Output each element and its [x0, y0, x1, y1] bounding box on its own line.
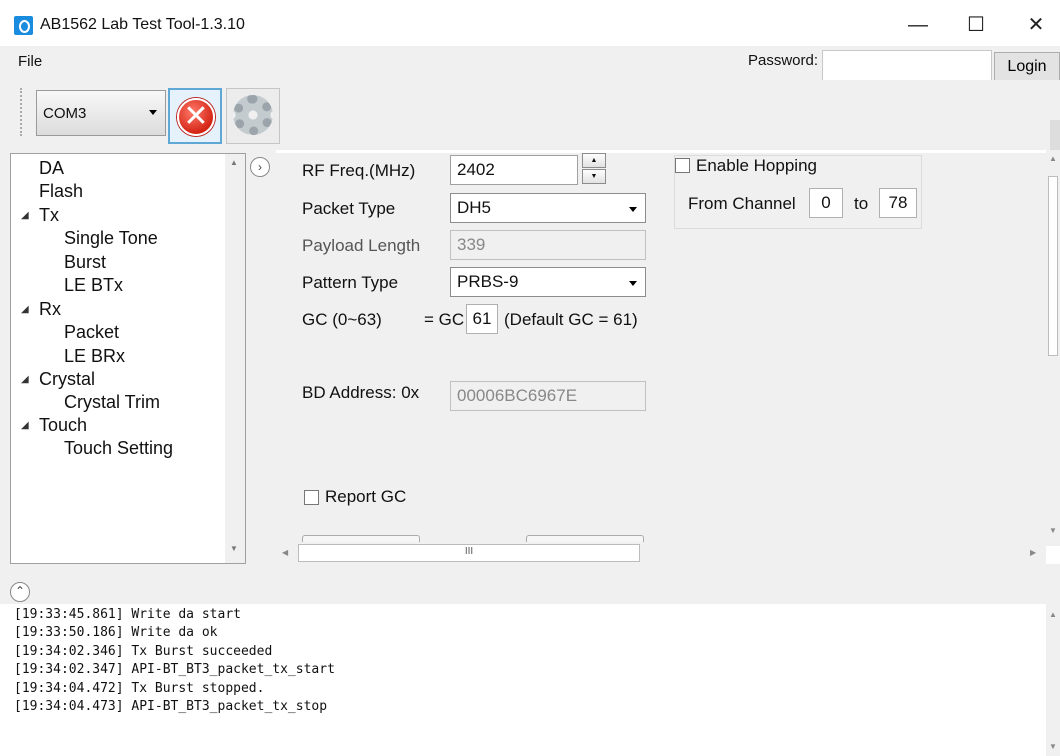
bd-address-input: 00006BC6967E — [450, 381, 646, 411]
close-circle-icon: ✕ — [177, 98, 215, 136]
tree-item-da[interactable]: DA — [39, 158, 64, 179]
tree-item-le-btx[interactable]: LE BTx — [64, 275, 123, 296]
title-bar: AB1562 Lab Test Tool-1.3.10 — ☐ ✕ — [0, 0, 1060, 46]
log-line: [19:34:04.473] API-BT_BT3_packet_tx_stop — [14, 699, 328, 715]
scroll-up-icon[interactable]: ▲ — [1049, 154, 1057, 163]
gc-default-text: (Default GC = 61) — [504, 310, 638, 329]
enable-hopping-label: Enable Hopping — [696, 156, 817, 175]
scroll-down-icon[interactable]: ▼ — [1049, 526, 1057, 535]
tree-list: DA Flash ◢ Tx Single Tone Burst LE BTx ◢… — [11, 154, 225, 563]
chevron-down-icon — [149, 110, 157, 115]
scroll-down-icon[interactable]: ▼ — [230, 544, 238, 553]
report-gc-label: Report GC — [325, 487, 407, 506]
com-port-select[interactable]: COM3 — [36, 90, 166, 136]
pattern-type-select[interactable]: PRBS-9 — [450, 267, 646, 297]
expand-triangle-icon[interactable]: ◢ — [21, 420, 29, 431]
packet-type-select[interactable]: DH5 — [450, 193, 646, 223]
spin-up-icon[interactable]: ▲ — [582, 153, 606, 168]
toolbar-grip[interactable] — [20, 88, 22, 136]
rf-freq-input[interactable]: 2402 — [450, 155, 578, 185]
tree-item-burst[interactable]: Burst — [64, 252, 106, 273]
from-channel-label: From Channel — [688, 194, 796, 213]
scroll-left-icon[interactable]: ◀ — [282, 548, 288, 557]
report-gc-checkbox[interactable] — [304, 490, 319, 505]
collapse-log-button[interactable]: ⌃ — [10, 582, 30, 602]
minimize-button[interactable]: — — [898, 8, 938, 42]
scroll-down-icon[interactable]: ▼ — [1049, 742, 1057, 751]
tree-item-flash[interactable]: Flash — [39, 181, 83, 202]
close-button[interactable]: ✕ — [1016, 8, 1056, 42]
spin-down-icon[interactable]: ▼ — [582, 169, 606, 184]
settings-button[interactable] — [226, 88, 280, 144]
password-label: Password: — [748, 52, 819, 69]
log-output[interactable]: [19:33:45.861] Write da start [19:33:50.… — [10, 604, 1060, 756]
expand-triangle-icon[interactable]: ◢ — [21, 304, 29, 315]
collapse-tree-button[interactable]: › — [250, 157, 270, 177]
rf-freq-label: RF Freq.(MHz) — [302, 161, 416, 180]
gear-icon — [233, 95, 273, 135]
password-input[interactable] — [822, 50, 992, 82]
log-header-strip — [0, 564, 1060, 604]
to-label: to — [854, 194, 869, 213]
bd-address-label: BD Address: 0x — [302, 383, 420, 402]
window-title: AB1562 Lab Test Tool-1.3.10 — [40, 16, 245, 33]
pattern-type-label: Pattern Type — [302, 273, 399, 292]
tree-item-touch[interactable]: Touch — [39, 415, 87, 436]
pattern-type-value: PRBS-9 — [457, 272, 519, 291]
com-port-value: COM3 — [43, 105, 87, 122]
tree-item-crystal-trim[interactable]: Crystal Trim — [64, 392, 160, 413]
packet-type-value: DH5 — [457, 198, 492, 217]
chevron-down-icon — [629, 207, 637, 212]
toolbar-scrollbar[interactable] — [1050, 120, 1060, 150]
maximize-button[interactable]: ☐ — [956, 8, 996, 42]
horizontal-scroll-thumb[interactable]: III — [298, 544, 640, 562]
gc-prefix: = GC — [424, 310, 465, 329]
rf-freq-stepper[interactable]: ▲ ▼ — [582, 153, 608, 185]
tree-item-touch-setting[interactable]: Touch Setting — [64, 438, 173, 459]
panel-vertical-scrollbar[interactable]: ▲ ▼ — [1046, 150, 1060, 546]
tree-item-single-tone[interactable]: Single Tone — [64, 228, 158, 249]
tree-item-crystal[interactable]: Crystal — [39, 369, 95, 390]
menu-file[interactable]: File — [18, 53, 42, 70]
tree-item-le-brx[interactable]: LE BRx — [64, 346, 125, 367]
scroll-up-icon[interactable]: ▲ — [230, 158, 238, 167]
payload-length-label: Payload Length — [302, 236, 421, 255]
chevron-down-icon — [629, 281, 637, 286]
hopping-group: Enable Hopping From Channel 0 to 78 — [674, 155, 922, 229]
vertical-scroll-thumb[interactable] — [1048, 176, 1058, 356]
to-channel-input[interactable]: 78 — [879, 188, 917, 218]
burst-settings-panel: RF Freq.(MHz) 2402 ▲ ▼ Packet Type DH5 P… — [276, 153, 1046, 564]
log-line: [19:33:50.186] Write da ok — [14, 625, 218, 641]
enable-hopping-checkbox[interactable] — [675, 158, 690, 173]
tree-item-tx[interactable]: Tx — [39, 205, 59, 226]
from-channel-input[interactable]: 0 — [809, 188, 843, 218]
log-line: [19:34:04.472] Tx Burst stopped. — [14, 680, 265, 696]
payload-length-input: 339 — [450, 230, 646, 260]
gc-label: GC (0~63) — [302, 310, 382, 329]
app-icon — [14, 16, 33, 35]
login-button[interactable]: Login — [994, 52, 1060, 82]
gc-input[interactable]: 61 — [466, 304, 498, 334]
log-line: [19:34:02.346] Tx Burst succeeded — [14, 643, 273, 659]
log-scrollbar[interactable]: ▲ ▼ — [1046, 604, 1060, 756]
expand-triangle-icon[interactable]: ◢ — [21, 374, 29, 385]
panel-horizontal-scrollbar[interactable]: ◀ III ▶ — [276, 542, 1046, 564]
tree-scrollbar[interactable]: ▲ ▼ — [225, 154, 245, 563]
disconnect-button[interactable]: ✕ — [168, 88, 222, 144]
scroll-right-icon[interactable]: ▶ — [1030, 548, 1036, 557]
scroll-up-icon[interactable]: ▲ — [1049, 610, 1057, 619]
toolbar: COM3 ✕ — [0, 80, 1060, 150]
log-line: [19:33:45.861] Write da start — [14, 607, 241, 622]
packet-type-label: Packet Type — [302, 199, 396, 218]
tree-item-packet[interactable]: Packet — [64, 322, 119, 343]
function-tree: DA Flash ◢ Tx Single Tone Burst LE BTx ◢… — [10, 153, 246, 564]
tree-item-rx[interactable]: Rx — [39, 299, 61, 320]
expand-triangle-icon[interactable]: ◢ — [21, 210, 29, 221]
log-line: [19:34:02.347] API-BT_BT3_packet_tx_star… — [14, 662, 335, 678]
